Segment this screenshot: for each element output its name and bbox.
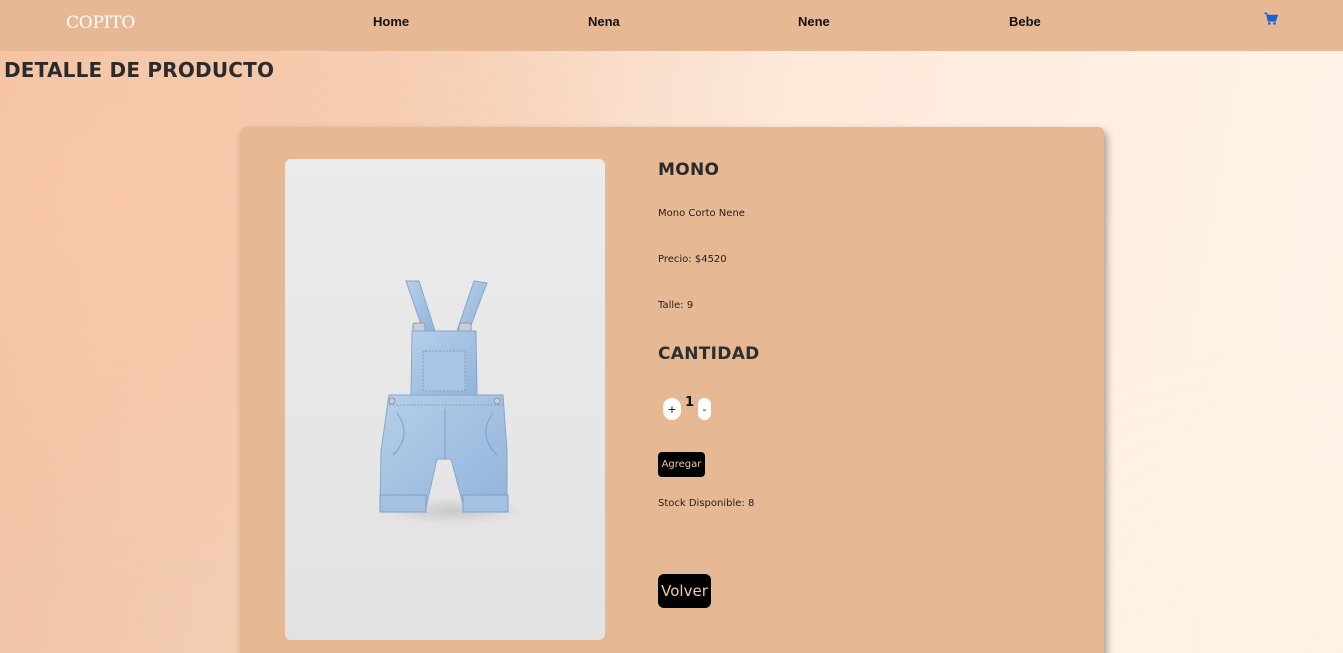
product-price: Precio: $4520: [658, 254, 727, 265]
quantity-decrease-button[interactable]: -: [698, 398, 711, 420]
shopping-cart-icon[interactable]: [1264, 12, 1279, 26]
back-button[interactable]: Volver: [658, 574, 711, 608]
nav-link-nene[interactable]: Nene: [798, 14, 830, 29]
product-image: [285, 159, 605, 640]
nav-link-home[interactable]: Home: [373, 14, 409, 29]
product-description: Mono Corto Nene: [658, 208, 745, 219]
brand-logo[interactable]: COPITO: [66, 13, 135, 33]
add-to-cart-button[interactable]: Agregar: [658, 452, 705, 477]
product-size: Talle: 9: [658, 300, 694, 311]
quantity-heading: CANTIDAD: [658, 344, 760, 364]
nav-link-bebe[interactable]: Bebe: [1009, 14, 1041, 29]
quantity-value: 1: [685, 395, 695, 410]
product-card: MONO Mono Corto Nene Precio: $4520 Talle…: [240, 127, 1104, 653]
product-details: MONO Mono Corto Nene Precio: $4520 Talle…: [658, 127, 1078, 653]
nav-link-nena[interactable]: Nena: [588, 14, 620, 29]
quantity-increase-button[interactable]: +: [663, 398, 681, 420]
page-title: DETALLE DE PRODUCTO: [4, 58, 275, 82]
stock-available: Stock Disponible: 8: [658, 498, 755, 509]
denim-overalls-image: [379, 280, 525, 525]
navbar: COPITO Home Nena Nene Bebe: [0, 0, 1343, 51]
product-name: MONO: [658, 160, 720, 180]
